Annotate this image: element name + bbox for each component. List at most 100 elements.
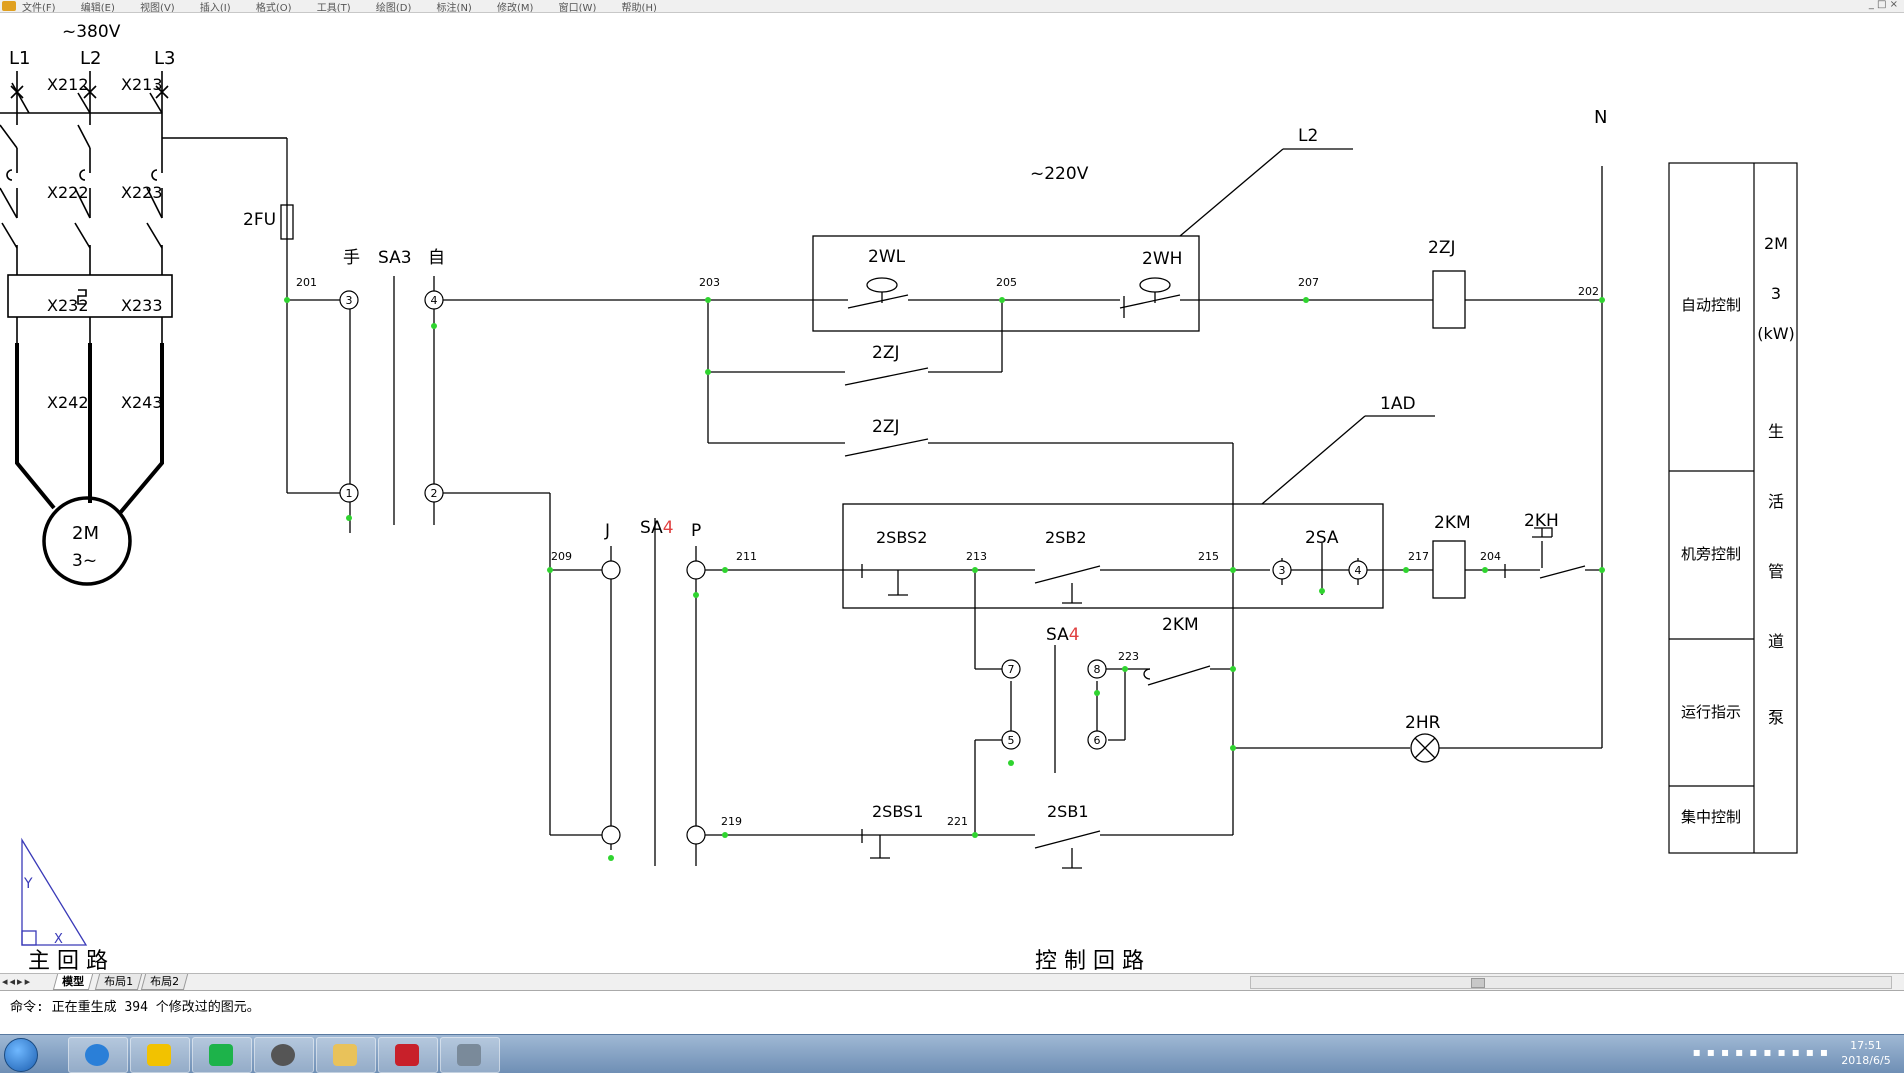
taskbar-explorer-button[interactable] (316, 1037, 376, 1073)
menu-item-draw[interactable]: 绘图(D) (376, 3, 412, 12)
drawing-canvas[interactable]: ~380V L1 L2 L3 X212 X213 X222 X223 X232 … (0, 13, 1904, 973)
taskbar-media-button[interactable] (440, 1037, 500, 1073)
motor-name: 2M (72, 523, 99, 544)
system-tray[interactable]: ▪▪▪▪▪▪▪▪▪▪ (1693, 1045, 1834, 1059)
menu-item-window[interactable]: 窗口(W) (559, 3, 597, 12)
device-name-char-1: 生 (1768, 422, 1784, 441)
window-controls[interactable]: _ □ × (1869, 0, 1898, 10)
node-201: 201 (296, 276, 317, 289)
start-button[interactable] (4, 1038, 38, 1072)
sa4-label-2: SA4 (1046, 625, 1080, 645)
auto-label: 自 (428, 248, 445, 268)
app-icon[interactable] (2, 1, 16, 11)
tab-model[interactable]: 模型 (52, 974, 94, 990)
j-label: J (604, 521, 610, 541)
menu-item-modify[interactable]: 修改(M) (497, 3, 533, 12)
contactor-label-x222: X222 (47, 183, 89, 202)
device-name-char-4: 道 (1768, 632, 1784, 651)
node-207: 207 (1298, 276, 1319, 289)
menu-item-tools[interactable]: 工具(T) (317, 3, 351, 12)
menu-item-format[interactable]: 格式(O) (256, 3, 292, 12)
taskbar-app-button[interactable] (254, 1037, 314, 1073)
selector-2sa-label: 2SA (1305, 528, 1339, 548)
phase-l3-label: L3 (154, 48, 175, 69)
contactor-aux-label: 2KM (1162, 615, 1199, 635)
node-205: 205 (996, 276, 1017, 289)
node-213: 213 (966, 550, 987, 563)
breaker-label-x232: X232 (47, 296, 89, 315)
device-motor: 2M (1764, 234, 1788, 253)
breaker-label-x233: X233 (121, 296, 163, 315)
relay-contact-label-2: 2ZJ (872, 417, 899, 437)
phase-l1-label: L1 (9, 48, 30, 69)
menu-item-dimension[interactable]: 标注(N) (437, 3, 472, 12)
start-button-2-label: 2SB2 (1045, 528, 1087, 547)
folder-icon (333, 1044, 357, 1066)
taskbar-wps-button[interactable] (192, 1037, 252, 1073)
node-204: 204 (1480, 550, 1501, 563)
ucs-x-label: X (54, 932, 63, 947)
phase-l2-label: L2 (80, 48, 101, 69)
relay-contact-label-1: 2ZJ (872, 343, 899, 363)
switch-label-x212: X212 (47, 75, 89, 94)
node-203: 203 (699, 276, 720, 289)
terminal-3: 3 (346, 294, 353, 307)
function-local-control: 机旁控制 (1681, 545, 1741, 563)
node-202: 202 (1578, 285, 1599, 298)
sa4-terminal-6: 6 (1094, 734, 1101, 747)
layout-tabs-bar: ◂◂▸▸ 模型 布局1 布局2 (0, 973, 1904, 990)
node-223: 223 (1118, 650, 1139, 663)
command-history-line: 命令: 正在重生成 394 个修改过的图元。 (10, 1000, 260, 1015)
node-numbers: 201 203 205 207 202 209 211 213 215 217 … (296, 276, 1599, 828)
camera-icon (457, 1044, 481, 1066)
main-voltage-label: ~380V (62, 22, 121, 42)
menu-item-edit[interactable]: 编辑(E) (81, 3, 115, 12)
terminals (339, 290, 1368, 845)
device-name-char-5: 泵 (1768, 708, 1784, 727)
selection-grips (284, 297, 1605, 861)
phase-tag-l2: L2 (1298, 126, 1318, 146)
box-tag-1ad: 1AD (1380, 394, 1416, 414)
tab-layout1[interactable]: 布局1 (94, 974, 143, 990)
device-name-char-2: 活 (1768, 492, 1784, 511)
app-icon-dark (271, 1044, 295, 1066)
sa3-label: SA3 (378, 248, 412, 268)
menu-item-help[interactable]: 帮助(H) (622, 3, 657, 12)
sa4-terminal-5: 5 (1008, 734, 1015, 747)
stop-button-2-label: 2SBS2 (876, 528, 927, 547)
relay-coil-label: 2ZJ (1428, 238, 1455, 258)
taskbar-wechat-button[interactable] (130, 1037, 190, 1073)
menu-item-insert[interactable]: 插入(I) (200, 3, 231, 12)
menu-item-file[interactable]: 文件(F) (22, 3, 56, 12)
node-217: 217 (1408, 550, 1429, 563)
ie-icon (85, 1044, 109, 1066)
menu-item-view[interactable]: 视图(V) (140, 3, 175, 12)
node-219: 219 (721, 815, 742, 828)
terminal-1: 1 (346, 487, 353, 500)
control-circuit-title: 控 制 回 路 (1035, 949, 1144, 973)
sa-terminal-4: 4 (1355, 564, 1362, 577)
relay-label-x243: X243 (121, 393, 163, 412)
ucs-y-label: Y (23, 876, 33, 892)
node-209: 209 (551, 550, 572, 563)
function-auto-control: 自动控制 (1681, 296, 1741, 314)
device-power: 3 (1771, 284, 1781, 303)
float-low-label: 2WL (868, 247, 906, 267)
horizontal-scrollbar[interactable] (1250, 976, 1892, 989)
thermal-relay-label: 2KH (1524, 511, 1559, 531)
switch-label-x213: X213 (121, 75, 163, 94)
node-221: 221 (947, 815, 968, 828)
device-name-char-3: 管 (1768, 562, 1784, 581)
clock[interactable]: 17:51 2018/6/5 (1836, 1038, 1896, 1068)
start-button-1-label: 2SB1 (1047, 802, 1089, 821)
tab-layout2[interactable]: 布局2 (140, 974, 189, 990)
taskbar-cad-button[interactable] (378, 1037, 438, 1073)
tab-nav-arrows[interactable]: ◂◂▸▸ (2, 975, 32, 988)
taskbar-ie-button[interactable] (68, 1037, 128, 1073)
device-power-unit: (kW) (1757, 324, 1795, 343)
command-line-area[interactable]: 命令: 正在重生成 394 个修改过的图元。 (0, 990, 1904, 1035)
stop-button-1-label: 2SBS1 (872, 802, 923, 821)
manual-label: 手 (343, 248, 360, 268)
scrollbar-thumb[interactable] (1471, 978, 1485, 988)
terminal-2: 2 (431, 487, 438, 500)
